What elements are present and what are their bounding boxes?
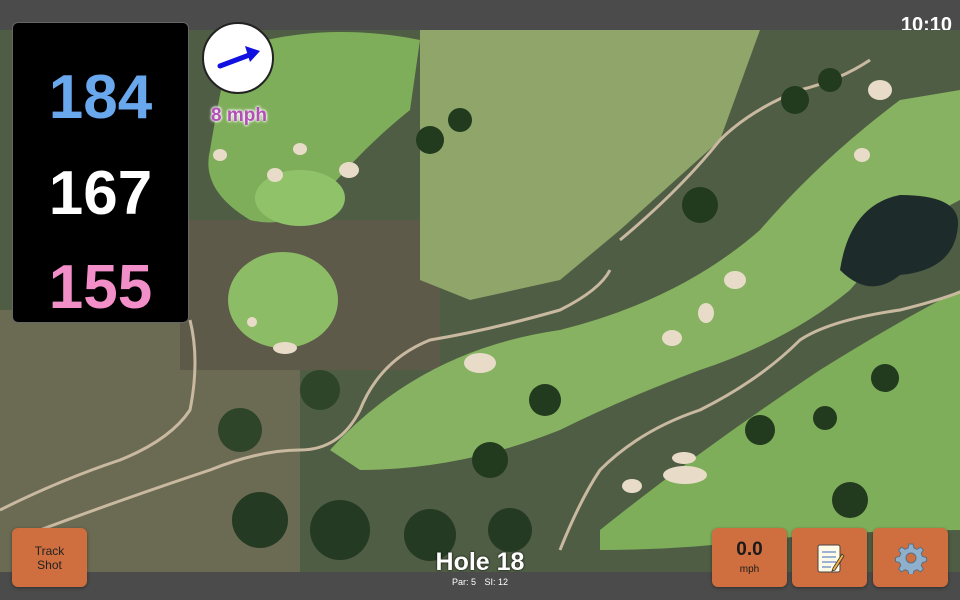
hole-info: Par: 5 SI: 12 (380, 577, 580, 587)
track-shot-button[interactable]: Track Shot (12, 528, 87, 587)
gear-icon (894, 543, 927, 574)
hole-stroke-index: SI: 12 (484, 577, 509, 587)
distance-middle: 167 (48, 159, 153, 228)
distance-back: 184 (48, 63, 153, 132)
notes-button[interactable] (792, 528, 867, 587)
wind-arrow-icon (217, 46, 260, 69)
hole-title: Hole 18 (435, 548, 525, 576)
speed-button[interactable]: 0.0 mph (712, 528, 787, 587)
track-shot-label-line2: Shot (37, 557, 62, 572)
settings-button[interactable] (873, 528, 948, 587)
distance-panel: 184 167 155 (12, 22, 189, 323)
wind-speed-label: 8 mph (211, 105, 267, 126)
hole-par: Par: 5 (451, 577, 476, 587)
speed-unit: mph (739, 564, 760, 575)
notepad-icon (817, 544, 845, 572)
distance-front: 155 (48, 253, 153, 322)
speed-value: 0.0 (736, 539, 763, 560)
wind-indicator (202, 22, 274, 94)
track-shot-label-line1: Track (34, 543, 65, 558)
